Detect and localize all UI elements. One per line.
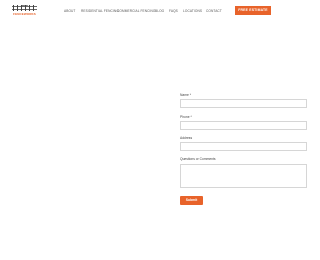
comments-label: Questions or Comments — [180, 157, 216, 161]
address-label: Address — [180, 136, 193, 140]
nav-blog[interactable]: BLOG — [155, 9, 164, 14]
nav-commercial[interactable]: COMMERCIAL FENCING — [117, 9, 156, 14]
site-logo[interactable]: FENCEWORKS — [12, 5, 37, 17]
name-field[interactable] — [180, 99, 307, 108]
nav-faqs[interactable]: FAQS — [169, 9, 178, 14]
fence-gate-logo-icon — [12, 5, 37, 11]
free-estimate-button[interactable]: FREE ESTIMATE — [235, 6, 271, 15]
phone-label: Phone * — [180, 115, 192, 119]
name-label: Name * — [180, 93, 191, 97]
phone-field[interactable] — [180, 121, 307, 130]
site-header: FENCEWORKS ABOUT RESIDENTIAL FENCING COM… — [0, 0, 320, 22]
comments-textarea[interactable] — [180, 164, 307, 188]
nav-contact[interactable]: CONTACT — [206, 9, 222, 14]
nav-locations[interactable]: LOCATIONS — [183, 9, 202, 14]
brand-name: FENCEWORKS — [13, 12, 36, 16]
nav-about[interactable]: ABOUT — [64, 9, 75, 14]
address-field[interactable] — [180, 142, 307, 151]
submit-button[interactable]: Submit — [180, 196, 203, 205]
nav-residential[interactable]: RESIDENTIAL FENCING — [81, 9, 119, 14]
